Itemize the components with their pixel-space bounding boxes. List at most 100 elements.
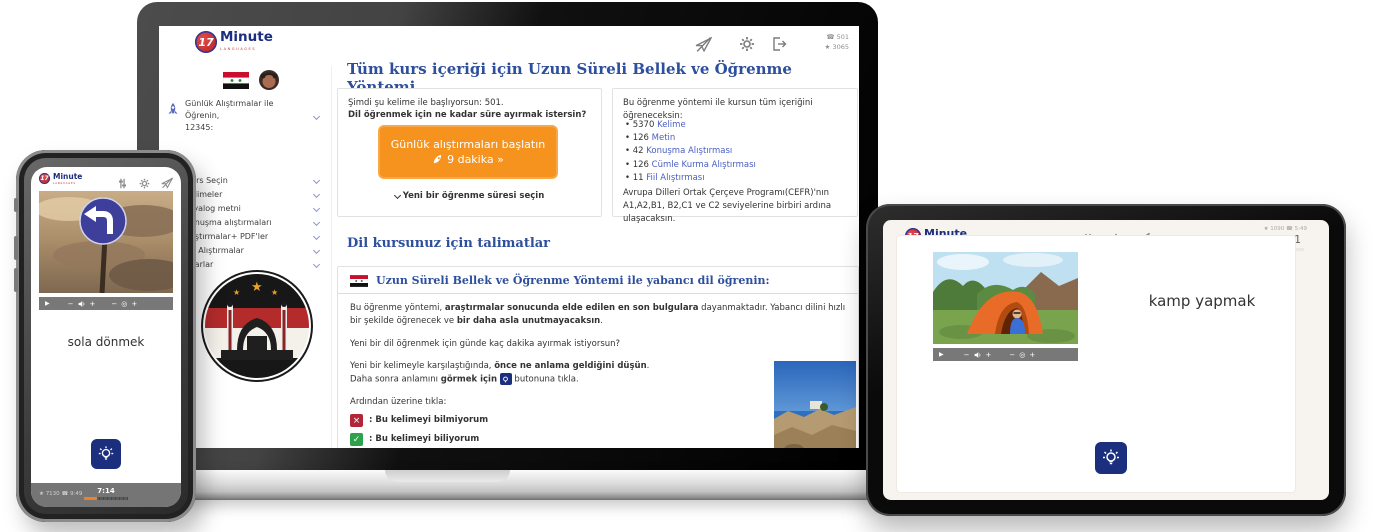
volume-up[interactable]: +	[986, 351, 992, 359]
speed-down[interactable]: −	[111, 300, 117, 308]
start-line1: Şimdi şu kelime ile başlıyorsun: 501.	[348, 97, 504, 110]
start-daily-exercises-button[interactable]: Günlük alıştırmaları başlatın 9 dakika »	[378, 125, 558, 179]
landscape-photo	[774, 361, 856, 448]
mosque-silhouette	[213, 300, 301, 366]
dont-know-row: × : Bu kelimeyi bilmiyorum	[350, 414, 846, 427]
instructions-card: Uzun Süreli Bellek ve Öğrenme Yöntemi il…	[337, 266, 859, 448]
sidebar-item-pdf[interactable]: Alıştırmalar+ PDF'ler	[185, 232, 268, 241]
logo-17-icon: 17	[195, 31, 217, 53]
camping-photo	[933, 252, 1078, 344]
video-controls[interactable]: ▶ − + − ◎ +	[933, 348, 1078, 361]
link-konusma[interactable]: Konuşma Alıştırması	[646, 146, 732, 156]
speed-down[interactable]: −	[1009, 351, 1015, 359]
chevron-down-icon	[394, 192, 401, 199]
instructions-header: Uzun Süreli Bellek ve Öğrenme Yöntemi il…	[338, 267, 858, 294]
chevron-down-icon[interactable]	[313, 219, 320, 226]
syria-flag-icon	[223, 72, 249, 93]
instructions-heading: Uzun Süreli Bellek ve Öğrenme Yöntemi il…	[376, 274, 770, 287]
phone-bezel: 17 Minute LANGUAGES	[16, 150, 196, 522]
play-icon[interactable]: ▶	[939, 351, 944, 358]
instructions-p2: Yeni bir dil öğrenmek için günde kaç dak…	[350, 338, 846, 351]
volume-down[interactable]: −	[68, 300, 74, 308]
show-answer-button[interactable]	[1095, 442, 1127, 474]
app-logo: 17 Minute LANGUAGES	[195, 31, 273, 53]
phone-stat-icon: ☎	[1286, 226, 1293, 232]
vocabulary-word: kamp yapmak	[1107, 292, 1297, 310]
laptop-screen: 17 Minute LANGUAGES ☎ 501 ★ 3065	[159, 26, 859, 448]
chevron-down-icon[interactable]	[313, 177, 320, 184]
gear-icon[interactable]	[739, 36, 755, 56]
speed-dial-icon[interactable]: ◎	[1019, 351, 1025, 359]
bullet-row: • 11 Fiil Alıştırması	[625, 172, 756, 185]
sidebar-intro-line1: Günlük Alıştırmalar ile	[185, 98, 273, 110]
phone-status-bar: ★ 7130 ☎ 9:49 7:14	[31, 483, 181, 507]
chevron-down-icon[interactable]	[313, 205, 320, 212]
video-controls[interactable]: ▶ − + − ◎ +	[39, 297, 173, 310]
chevron-down-icon[interactable]	[313, 191, 320, 198]
gold-star-icon: ★	[251, 280, 263, 295]
sidebar-intro[interactable]: Günlük Alıştırmalar ile Öğrenin, 12345:	[185, 98, 273, 134]
show-answer-button[interactable]	[91, 439, 121, 469]
phone-stat-value: 501	[837, 33, 849, 41]
chevron-down-icon[interactable]	[313, 233, 320, 240]
vocabulary-word: sola dönmek	[31, 335, 181, 349]
flashcard: ▶ − + − ◎ + kamp yapmak	[897, 236, 1295, 492]
know-label: : Bu kelimeyi biliyorum	[369, 433, 479, 446]
vocabulary-video: ▶ − + − ◎ +	[39, 191, 173, 310]
speaker-icon	[974, 351, 982, 359]
know-row: ✓ : Bu kelimeyi biliyorum	[350, 433, 846, 446]
link-cumle[interactable]: Cümle Kurma Alıştırması	[652, 160, 756, 170]
lightbulb-icon	[500, 373, 512, 385]
volume-up[interactable]: +	[90, 300, 96, 308]
chevron-down-icon[interactable]	[313, 113, 320, 120]
star-stat-icon: ★	[1264, 226, 1269, 232]
laptop-notch	[385, 470, 510, 482]
user-avatar[interactable]	[259, 70, 279, 94]
instructions-p3: Yeni bir kelimeyle karşılaştığında, önce…	[350, 360, 750, 386]
check-mark-icon[interactable]: ✓	[350, 433, 363, 446]
speed-up[interactable]: +	[1029, 351, 1035, 359]
x-mark-icon[interactable]: ×	[350, 414, 363, 427]
start-button-line2: 9 dakika »	[447, 153, 504, 166]
tablet-bezel: 17 Minute LANGUAGES ★ 1090 ☎ 5:49	[866, 204, 1346, 516]
phone-timer: 7:14	[31, 487, 181, 495]
laptop-stats: ☎ 501 ★ 3065	[825, 32, 849, 53]
start-card: Şimdi şu kelime ile başlıyorsun: 501. Di…	[337, 88, 602, 217]
phone-side-button	[14, 236, 18, 260]
bullet-row: • 5370 Kelime	[625, 119, 756, 132]
phone-stat-icon: ☎	[826, 33, 834, 41]
sidebar-item-konusma[interactable]: Konuşma alıştırmaları	[185, 218, 272, 227]
logo-tagline: LANGUAGES	[220, 47, 273, 51]
plane-crossed-icon[interactable]	[695, 36, 712, 57]
start-line2: Dil öğrenmek için ne kadar süre ayırmak …	[348, 109, 586, 122]
phone-screen: 17 Minute LANGUAGES	[31, 167, 181, 507]
play-icon[interactable]: ▶	[45, 300, 50, 307]
logo-tagline: LANGUAGES	[53, 182, 82, 185]
gold-star-icon: ★	[233, 288, 240, 297]
vocabulary-video: ▶ − + − ◎ +	[933, 252, 1078, 357]
chevron-down-icon[interactable]	[313, 247, 320, 254]
link-fiil[interactable]: Fiil Alıştırması	[646, 173, 704, 183]
speaker-icon	[78, 300, 86, 308]
tablet-mini-stats: ★ 1090 ☎ 5:49	[1264, 226, 1307, 232]
sidebar-intro-line3: 12345:	[185, 122, 273, 134]
star-stat-icon: ★	[825, 43, 831, 51]
syria-mosque-emblem: ★ ★ ★	[205, 274, 309, 378]
instructions-p5: Ardından üzerine tıkla:	[350, 396, 846, 409]
speed-up[interactable]: +	[131, 300, 137, 308]
link-kelime[interactable]: Kelime	[657, 120, 686, 130]
chevron-down-icon[interactable]	[313, 261, 320, 268]
lightbulb-icon	[97, 445, 115, 463]
speed-dial-icon[interactable]: ◎	[121, 300, 127, 308]
logo-word: Minute	[53, 173, 82, 181]
change-duration-link[interactable]: Yeni bir öğrenme süresi seçin	[338, 191, 601, 201]
overview-bullets: • 5370 Kelime • 126 Metin • 42 Konuşma A…	[625, 119, 756, 185]
logo-word: Minute	[220, 31, 273, 45]
section-title: Dil kursunuz için talimatlar	[347, 236, 550, 251]
change-duration-label: Yeni bir öğrenme süresi seçin	[403, 191, 545, 201]
gold-star-icon: ★	[271, 288, 278, 297]
logout-icon[interactable]	[771, 36, 787, 56]
dont-know-label: : Bu kelimeyi bilmiyorum	[369, 414, 488, 427]
link-metin[interactable]: Metin	[652, 133, 676, 143]
volume-down[interactable]: −	[964, 351, 970, 359]
